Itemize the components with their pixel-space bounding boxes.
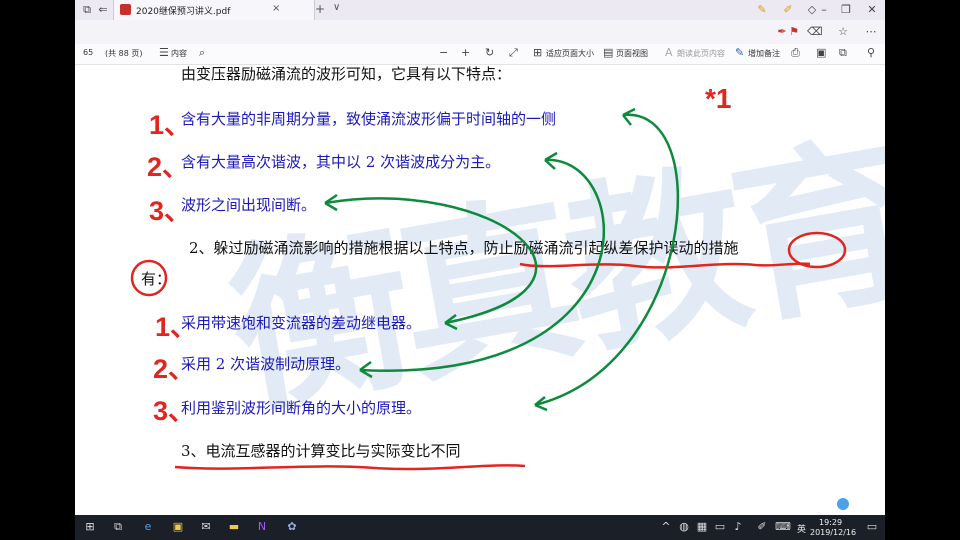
feedback-bubble-icon[interactable] [837,498,849,510]
measure-1-text: 采用带速饱和变流器的差动继电器。 [181,314,422,332]
contents-icon: ☰ [159,46,169,59]
tab-title: 2020继保预习讲义.pdf [136,7,231,17]
tab-list-button[interactable]: ∨ [333,2,340,13]
pdf-page: 衡真教育 由变压器励磁涌流的波形可知，它具有以下特点： 1、 含有大量的非周期分… [75,65,885,515]
windows-taskbar: ⊞ ⧉ e ▣ ✉ ▬ N ✿ ^ ◍ ▦ ▭ ♪ ✐ ⌨ 英 19:29 20… [75,515,885,540]
rotate-icon[interactable]: ↻ [485,46,494,59]
network-icon[interactable]: ▭ [713,520,727,534]
show-hidden-icons[interactable]: ^ [659,520,673,534]
folder-icon[interactable]: ▬ [227,520,241,534]
measure-2-text: 采用 2 次谐波制动原理。 [181,355,351,373]
volume-icon[interactable]: ♪ [731,520,745,534]
fit-page-button[interactable]: 适应页面大小 [546,48,594,59]
pdf-reader-window: ⧉ ⇐ 2020继保预习讲义.pdf × + ∨ ✎ ✐ ◇ – ❐ ✕ ✒ ⚑… [75,0,885,515]
edge-browser-icon[interactable]: e [141,520,155,534]
notification-icon[interactable]: ▭ [865,520,879,534]
new-tab-button[interactable]: + [315,2,325,16]
add-note-button[interactable]: 增加备注 [748,48,780,59]
title-bar: ⧉ ⇐ 2020继保预习讲义.pdf × + ∨ ✎ ✐ ◇ – ❐ ✕ [75,0,885,20]
menu-icon[interactable]: ⋯ [864,25,878,39]
ime-indicator[interactable]: 英 [797,522,806,535]
measures-intro-line-2: 有： [141,270,172,288]
minimize-icon[interactable]: – [817,3,831,17]
feature-1-text: 含有大量的非周期分量，致使涌流波形偏于时间轴的一侧 [181,110,557,128]
marker-icon[interactable]: ⚑ [787,25,801,39]
read-aloud-button[interactable]: 朗读此页内容 [677,48,725,59]
address-bar: ✒ ⚑ ⌫ ☆ ⋯ [75,20,885,44]
contents-button[interactable]: 内容 [171,48,187,59]
erase-ink-icon[interactable]: ⌫ [807,25,823,39]
heading-line: 由变压器励磁涌流的波形可知，它具有以下特点： [181,65,512,83]
section-3-heading: 3、电流互感器的计算变比与实际变比不同 [181,442,461,460]
text-highlight-icon[interactable]: ✐ [781,3,795,17]
read-aloud-icon: A [665,46,673,59]
measure-3-text: 利用鉴别波形间断角的大小的原理。 [181,399,422,417]
page-view-button[interactable]: 页面视图 [616,48,648,59]
fit-page-icon: ⊞ [533,46,543,59]
task-view-icon[interactable]: ⧉ [111,520,125,534]
search-icon[interactable]: ⌕ [199,46,205,60]
favorite-icon[interactable]: ☆ [836,25,850,39]
feature-3-text: 波形之间出现间断。 [181,196,317,214]
tab-close-button[interactable]: × [272,3,280,14]
handwritten-note: *1 [705,83,732,114]
mail-icon[interactable]: ✉ [199,520,213,534]
app-icon[interactable]: ✿ [285,520,299,534]
highlighter-icon[interactable]: ✎ [755,3,769,17]
zoom-in-icon[interactable]: + [461,46,470,59]
save-as-icon[interactable]: ⧉ [839,46,847,60]
fit-width-icon[interactable]: ⤢ [509,46,518,60]
app-tray-icon[interactable]: ▦ [695,520,709,534]
tab-actions-icon[interactable]: ⧉ [80,3,94,17]
add-note-icon: ✎ [735,46,745,59]
store-icon[interactable]: ▣ [171,520,185,534]
measures-intro-line-1: 2、躲过励磁涌流影响的措施根据以上特点，防止励磁涌流引起纵差保护误动的措施 [189,239,739,257]
keyboard-icon[interactable]: ⌨ [775,520,791,534]
pdf-toolbar: 65 (共 88 页) ☰ 内容 ⌕ − + ↻ ⤢ ⊞ 适应页面大小 ▤ 页面… [75,44,885,65]
back-tabs-icon[interactable]: ⇐ [96,3,110,17]
page-total: (共 88 页) [105,49,143,58]
page-view-icon: ▤ [603,46,614,59]
clock-time[interactable]: 19:29 [819,518,842,527]
tab-pdf-document[interactable]: 2020继保预习讲义.pdf × [113,0,315,20]
clock-date[interactable]: 2019/12/16 [810,528,856,537]
onenote-icon[interactable]: N [255,520,269,534]
zoom-out-icon[interactable]: − [439,46,448,59]
page-number-field[interactable]: 65 [83,48,93,57]
restore-icon[interactable]: ❐ [839,3,853,17]
pen-tray-icon[interactable]: ✐ [755,520,769,534]
feature-2-text: 含有大量高次谐波，其中以 2 次谐波成分为主。 [181,153,501,171]
start-icon[interactable]: ⊞ [83,520,97,534]
close-icon[interactable]: ✕ [865,3,879,17]
pin-icon[interactable]: ⚲ [867,46,875,59]
print-icon[interactable]: ⎙ [791,46,800,60]
wechat-icon[interactable]: ◍ [677,520,691,534]
save-icon[interactable]: ▣ [816,46,826,59]
pdf-file-icon [120,4,131,15]
